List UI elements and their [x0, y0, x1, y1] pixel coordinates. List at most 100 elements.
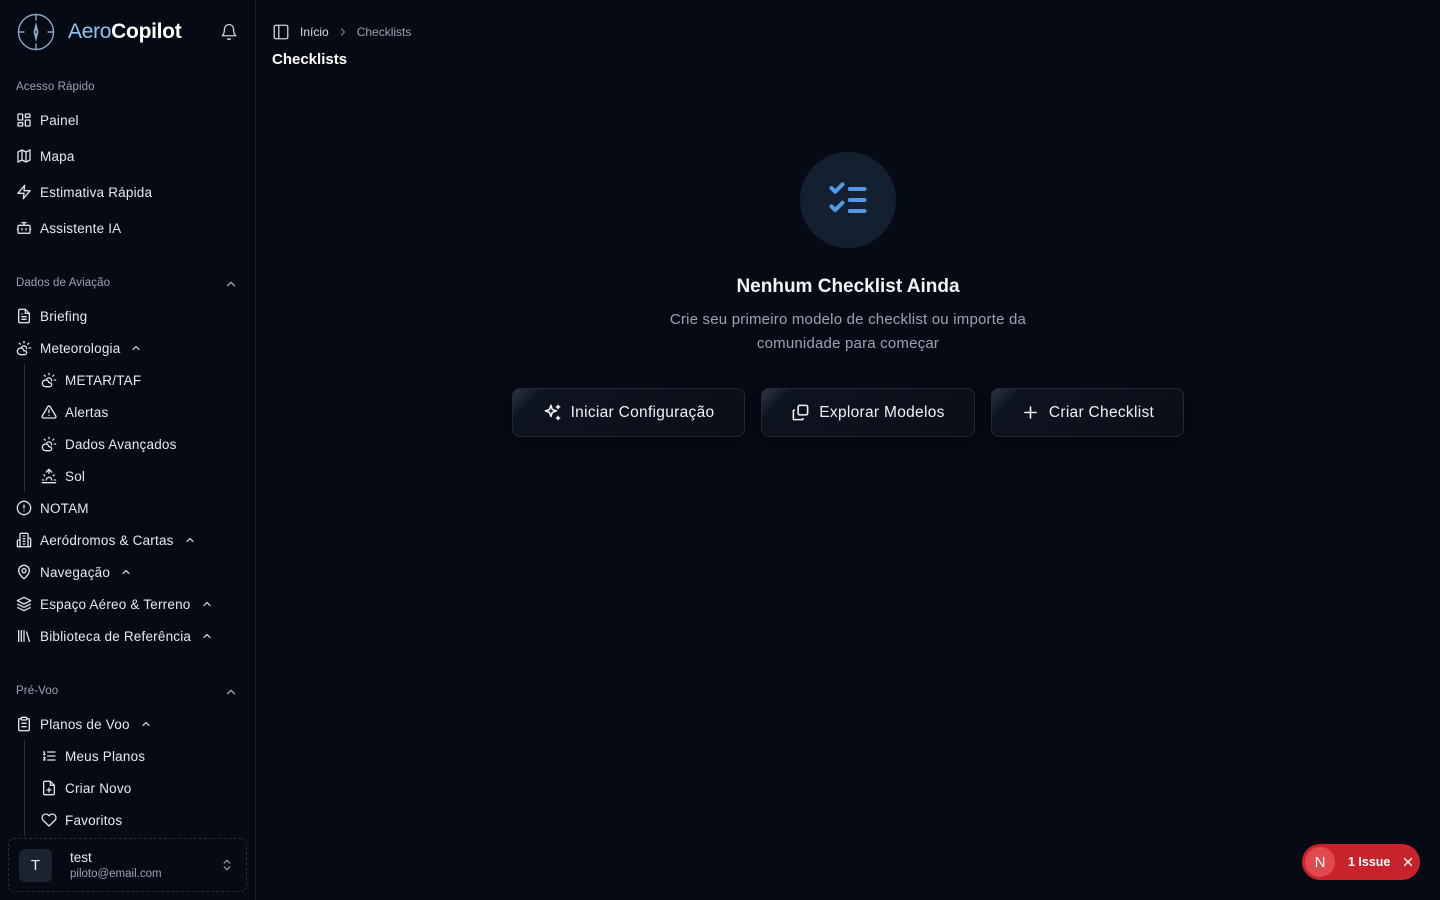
user-menu[interactable]: T test piloto@email.com [8, 838, 247, 892]
file-text-icon [18, 308, 30, 324]
nav-biblioteca[interactable]: Biblioteca de Referência [16, 624, 213, 648]
breadcrumb-home[interactable]: Início [300, 25, 329, 39]
logo[interactable]: Aero Copilot [16, 12, 240, 52]
chevron-up-icon[interactable] [224, 685, 238, 699]
cloud-sun-icon [41, 372, 57, 388]
alert-triangle-icon [41, 405, 57, 419]
section-preflight: Pré-Voo [16, 685, 59, 697]
create-checklist-button[interactable]: Criar Checklist [991, 388, 1184, 437]
nav-espaco-label: Espaço Aéreo & Terreno [40, 596, 191, 612]
nav-briefing[interactable]: Briefing [16, 304, 87, 328]
map-pin-icon [17, 564, 31, 580]
nav-alertas[interactable]: Alertas [41, 400, 108, 424]
submenu-guide-line [24, 740, 25, 836]
issues-badge-label: 1 Issue [1348, 855, 1391, 869]
chevron-up-icon [142, 721, 150, 727]
sidebar: Aero Copilot Acesso Rápido Painel Mapa Es… [0, 0, 256, 900]
heart-icon [41, 813, 57, 827]
compass-logo-icon [17, 13, 55, 51]
issues-badge-logo: N [1305, 847, 1335, 877]
grid-icon [17, 113, 31, 127]
nav-navegacao[interactable]: Navegação [16, 560, 132, 584]
nav-mapa[interactable]: Mapa [16, 144, 75, 168]
cloud-sun-icon [41, 436, 57, 452]
file-plus-icon [43, 780, 55, 796]
nav-navegacao-label: Navegação [40, 564, 111, 580]
nav-meteorologia[interactable]: Meteorologia [16, 336, 142, 360]
bot-icon [16, 222, 32, 234]
start-setup-label: Iniciar Configuração [570, 403, 715, 421]
nav-favoritos-label: Favoritos [65, 812, 123, 828]
list-ordered-icon [42, 751, 56, 761]
app-name-part1: Aero [68, 20, 112, 43]
nav-dados-avancados-label: Dados Avançados [65, 436, 177, 452]
nav-meus-planos-label: Meus Planos [65, 748, 146, 764]
nav-metar-taf[interactable]: METAR/TAF [41, 368, 141, 392]
layers-icon [16, 596, 32, 612]
start-setup-button[interactable]: Iniciar Configuração [512, 388, 745, 437]
building-icon [16, 532, 32, 548]
nav-meus-planos[interactable]: Meus Planos [41, 744, 145, 768]
cloud-sun-icon [16, 340, 32, 356]
user-name: test [70, 850, 92, 865]
sparkles-icon [544, 404, 560, 421]
submenu-guide-line [24, 364, 25, 492]
alert-circle-icon [16, 500, 32, 516]
chevron-up-icon [132, 345, 141, 351]
empty-state-desc-line1: Crie seu primeiro modelo de checklist ou… [669, 311, 1027, 328]
nav-biblioteca-label: Biblioteca de Referência [40, 628, 192, 644]
nav-criar-novo[interactable]: Criar Novo [41, 776, 132, 800]
empty-state-desc-line2: comunidade para começar [756, 335, 940, 352]
nav-espaco-aereo[interactable]: Espaço Aéreo & Terreno [16, 592, 213, 616]
nav-dados-avancados[interactable]: Dados Avançados [41, 432, 177, 456]
chevron-up-icon [202, 601, 211, 607]
nav-alertas-label: Alertas [65, 404, 109, 420]
nav-mapa-label: Mapa [40, 148, 75, 164]
nav-aerodromos[interactable]: Aeródromos & Cartas [16, 528, 196, 552]
nav-favoritos[interactable]: Favoritos [41, 808, 122, 832]
nav-criar-novo-label: Criar Novo [65, 780, 132, 796]
nav-assistente-ia[interactable]: Assistente IA [16, 216, 121, 240]
nav-sol[interactable]: Sol [41, 464, 85, 488]
user-email: piloto@email.com [70, 868, 162, 880]
nav-painel-label: Painel [40, 112, 79, 128]
zap-icon [17, 184, 31, 200]
sidebar-toggle-icon[interactable] [272, 23, 290, 41]
chevron-up-icon [122, 569, 130, 575]
bell-icon[interactable] [220, 23, 238, 41]
nav-painel[interactable]: Painel [16, 108, 79, 132]
nav-notam-label: NOTAM [40, 500, 89, 516]
app-name-part2: Copilot [111, 20, 182, 43]
copy-icon [792, 404, 809, 421]
explore-templates-button[interactable]: Explorar Modelos [761, 388, 975, 437]
empty-state-icon-circle [800, 152, 896, 248]
issues-badge[interactable]: N 1 Issue [1302, 844, 1420, 880]
clipboard-icon [18, 716, 30, 732]
page-title: Checklists [272, 51, 348, 68]
chevron-right-icon [340, 28, 345, 36]
nav-briefing-label: Briefing [40, 308, 88, 324]
nav-metar-label: METAR/TAF [65, 372, 142, 388]
section-quick-access: Acesso Rápido [16, 81, 95, 93]
list-checks-icon [829, 182, 867, 214]
avatar: T [19, 848, 52, 882]
breadcrumb-current: Checklists [356, 25, 412, 39]
explore-templates-label: Explorar Modelos [819, 403, 945, 421]
empty-state-description: Crie seu primeiro modelo de checklist ou… [608, 308, 1088, 356]
breadcrumb: Início Checklists [272, 23, 411, 41]
nav-sol-label: Sol [65, 468, 86, 484]
nav-meteorologia-label: Meteorologia [40, 340, 121, 356]
plus-icon [1024, 406, 1037, 419]
close-icon[interactable] [1402, 856, 1414, 868]
empty-state-title: Nenhum Checklist Ainda [736, 276, 960, 297]
nav-planos-de-voo[interactable]: Planos de Voo [16, 712, 152, 736]
nav-aerodromos-label: Aeródromos & Cartas [40, 532, 174, 548]
nav-notam[interactable]: NOTAM [16, 496, 89, 520]
section-aviation-data: Dados de Aviação [16, 277, 111, 289]
nav-planos-label: Planos de Voo [40, 716, 130, 732]
sunrise-icon [41, 468, 57, 484]
create-checklist-label: Criar Checklist [1048, 403, 1155, 421]
nav-assistente-label: Assistente IA [40, 220, 122, 236]
chevron-up-icon[interactable] [224, 277, 238, 291]
nav-estimativa-rapida[interactable]: Estimativa Rápida [16, 180, 152, 204]
